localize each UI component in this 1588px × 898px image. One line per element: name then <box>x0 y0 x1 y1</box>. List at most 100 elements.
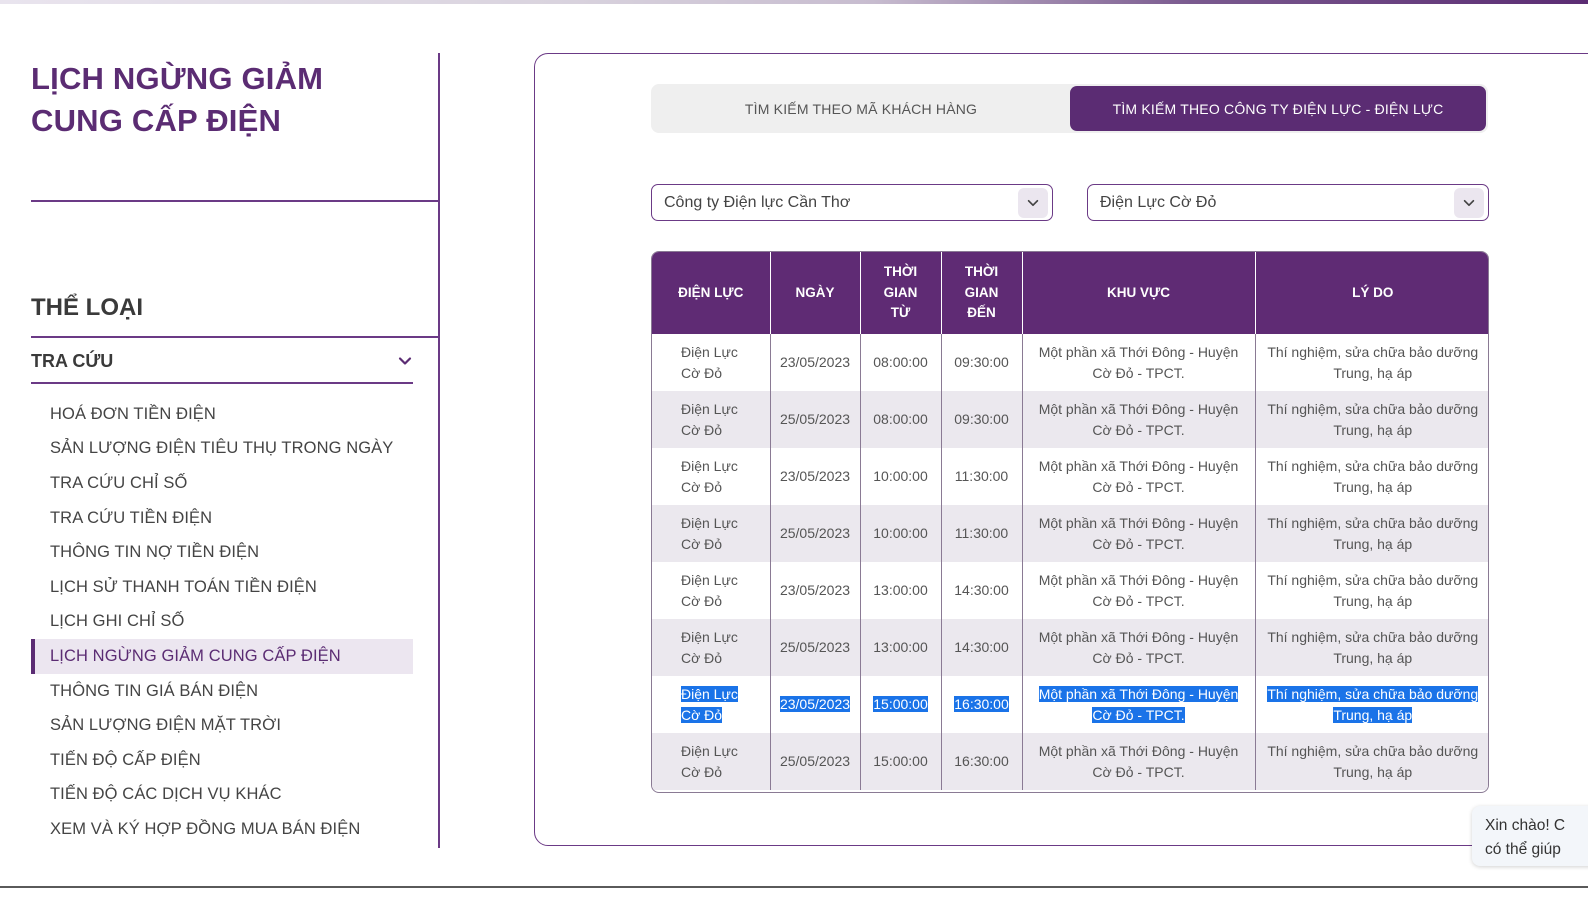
table-row: Điện Lực Cờ Đỏ 25/05/2023 10:00:00 11:30:00 M… <box>652 505 1488 562</box>
cell-thoi-gian-tu: 08:00:00 <box>860 334 942 391</box>
cell-ngay: 23/05/2023 <box>770 334 861 391</box>
sidebar-item[interactable]: SẢN LƯỢNG ĐIỆN MẶT TRỜI <box>31 708 413 743</box>
header-thoi-gian-den: THỜI GIAN ĐẾN <box>941 252 1023 334</box>
cell-thoi-gian-tu: 15:00:00 <box>860 733 942 790</box>
cell-ngay: 23/05/2023 <box>770 448 861 505</box>
cell-ngay: 25/05/2023 <box>770 505 861 562</box>
cell-thoi-gian-den: 09:30:00 <box>941 334 1023 391</box>
sidebar-item[interactable]: LỊCH GHI CHỈ SỐ <box>31 605 413 640</box>
sidebar-item[interactable]: XEM VÀ KÝ HỢP ĐỒNG MUA BÁN ĐIỆN <box>31 812 413 847</box>
sidebar-item[interactable]: TIẾN ĐỘ CẤP ĐIỆN <box>31 743 413 778</box>
table-row: Điện Lực Cờ Đỏ 23/05/2023 08:00:00 09:30:00 M… <box>652 334 1488 391</box>
header-dien-luc: ĐIỆN LỰC <box>652 252 771 334</box>
cell-khu-vuc: Một phần xã Thới Đông - Huyện Cờ Đỏ - TPC… <box>1022 334 1256 391</box>
accordion-tra-cuu[interactable]: TRA CỨU <box>31 340 413 384</box>
sidebar-item[interactable]: HOÁ ĐƠN TIỀN ĐIỆN <box>31 397 413 432</box>
sidebar-item[interactable]: SẢN LƯỢNG ĐIỆN TIÊU THỤ TRONG NGÀY <box>31 432 413 467</box>
cell-thoi-gian-tu: 08:00:00 <box>860 391 942 448</box>
branch-select[interactable]: Điện Lực Cờ Đỏ <box>1087 184 1489 221</box>
company-select-value: Công ty Điện lực Cần Thơ <box>664 193 851 211</box>
header-ly-do: LÝ DO <box>1255 252 1488 334</box>
sidebar-item[interactable]: LỊCH NGỪNG GIẢM CUNG CẤP ĐIỆN <box>31 639 413 674</box>
cell-ngay: 23/05/2023 <box>770 676 861 733</box>
cell-dien-luc: Điện Lực Cờ Đỏ <box>652 619 771 676</box>
cell-dien-luc: Điện Lực Cờ Đỏ <box>652 562 771 619</box>
title-divider <box>31 200 439 202</box>
cell-ngay: 25/05/2023 <box>770 733 861 790</box>
cell-dien-luc: Điện Lực Cờ Đỏ <box>652 448 771 505</box>
chevron-down-icon[interactable] <box>397 353 413 369</box>
table-row: Điện Lực Cờ Đỏ 25/05/2023 08:00:00 09:30:00 M… <box>652 391 1488 448</box>
cell-khu-vuc: Một phần xã Thới Đông - Huyện Cờ Đỏ - TPC… <box>1022 676 1256 733</box>
cell-dien-luc: Điện Lực Cờ Đỏ <box>652 505 771 562</box>
cell-khu-vuc: Một phần xã Thới Đông - Huyện Cờ Đỏ - TPC… <box>1022 391 1256 448</box>
table-row: Điện Lực Cờ Đỏ 23/05/2023 15:00:00 16:30:00 M… <box>652 676 1488 733</box>
company-select[interactable]: Công ty Điện lực Cần Thơ <box>651 184 1053 221</box>
cell-khu-vuc: Một phần xã Thới Đông - Huyện Cờ Đỏ - TPC… <box>1022 562 1256 619</box>
cell-dien-luc: Điện Lực Cờ Đỏ <box>652 676 771 733</box>
cell-thoi-gian-tu: 15:00:00 <box>860 676 942 733</box>
sidebar-item[interactable]: TRA CỨU TIỀN ĐIỆN <box>31 501 413 536</box>
sidebar-menu: HOÁ ĐƠN TIỀN ĐIỆN SẢN LƯỢNG ĐIỆN TIÊU THỤ… <box>31 397 413 847</box>
cell-khu-vuc: Một phần xã Thới Đông - Huyện Cờ Đỏ - TPC… <box>1022 619 1256 676</box>
table-row: Điện Lực Cờ Đỏ 23/05/2023 13:00:00 14:30:00 M… <box>652 562 1488 619</box>
accordion-label: TRA CỨU <box>31 350 114 371</box>
sidebar-divider <box>438 53 440 848</box>
cell-thoi-gian-den: 09:30:00 <box>941 391 1023 448</box>
cell-ly-do: Thí nghiệm, sửa chữa bảo dưỡng Trung, hạ … <box>1267 572 1479 609</box>
cell-dien-luc: Điện Lực Cờ Đỏ <box>652 733 771 790</box>
sidebar-item[interactable]: THÔNG TIN NỢ TIỀN ĐIỆN <box>31 535 413 570</box>
tab-search-by-customer-code[interactable]: TÌM KIẾM THEO MÃ KHÁCH HÀNG <box>651 86 1071 131</box>
header-khu-vuc: KHU VỰC <box>1022 252 1256 334</box>
cell-thoi-gian-den: 16:30:00 <box>941 676 1023 733</box>
cell-thoi-gian-tu: 10:00:00 <box>860 505 942 562</box>
table-header-row: ĐIỆN LỰC NGÀY THỜI GIAN TỪ THỜI GIAN ĐẾN KHU… <box>652 252 1488 334</box>
cell-ly-do: Thí nghiệm, sửa chữa bảo dưỡng Trung, hạ … <box>1255 505 1488 562</box>
sidebar: LỊCH NGỪNG GIẢM CUNG CẤP ĐIỆN THỂ LOẠI T… <box>0 0 440 898</box>
cell-ngay: 25/05/2023 <box>770 391 861 448</box>
cell-ly-do: Thí nghiệm, sửa chữa bảo dưỡng Trung, hạ … <box>1267 344 1479 381</box>
outage-schedule-table: ĐIỆN LỰC NGÀY THỜI GIAN TỪ THỜI GIAN ĐẾN KHU… <box>651 251 1489 793</box>
chat-line-1: Xin chào! C <box>1485 817 1566 834</box>
sidebar-item[interactable]: LỊCH SỬ THANH TOÁN TIỀN ĐIỆN <box>31 570 413 605</box>
sidebar-item[interactable]: TIẾN ĐỘ CÁC DỊCH VỤ KHÁC <box>31 778 413 813</box>
chat-line-2: có thể giúp <box>1485 841 1561 858</box>
branch-select-toggle[interactable] <box>1454 187 1484 218</box>
header-thoi-gian-tu: THỜI GIAN TỪ <box>860 252 942 334</box>
cell-dien-luc: Điện Lực Cờ Đỏ <box>652 334 771 391</box>
chevron-down-icon <box>1027 199 1039 206</box>
cell-thoi-gian-den: 11:30:00 <box>941 505 1023 562</box>
cell-thoi-gian-tu: 13:00:00 <box>860 619 942 676</box>
cell-ly-do: Thí nghiệm, sửa chữa bảo dưỡng Trung, hạ … <box>1255 391 1488 448</box>
cell-dien-luc: Điện Lực Cờ Đỏ <box>652 391 771 448</box>
page-title: LỊCH NGỪNG GIẢM CUNG CẤP ĐIỆN <box>31 61 324 138</box>
chevron-down-icon <box>1463 199 1475 206</box>
table-row: Điện Lực Cờ Đỏ 25/05/2023 15:00:00 16:30:00 M… <box>652 733 1488 790</box>
tab-search-by-company[interactable]: TÌM KIẾM THEO CÔNG TY ĐIỆN LỰC - ĐIỆN LỰ… <box>1070 86 1486 131</box>
sidebar-item[interactable]: THÔNG TIN GIÁ BÁN ĐIỆN <box>31 674 413 709</box>
cell-ly-do: Thí nghiệm, sửa chữa bảo dưỡng Trung, hạ … <box>1267 458 1479 495</box>
cell-khu-vuc: Một phần xã Thới Đông - Huyện Cờ Đỏ - TPC… <box>1022 733 1256 790</box>
table-row: Điện Lực Cờ Đỏ 25/05/2023 13:00:00 14:30:00 M… <box>652 619 1488 676</box>
table-row: Điện Lực Cờ Đỏ 23/05/2023 10:00:00 11:30:00 M… <box>652 448 1488 505</box>
cell-khu-vuc: Một phần xã Thới Đông - Huyện Cờ Đỏ - TPC… <box>1022 448 1256 505</box>
cell-ngay: 25/05/2023 <box>770 619 861 676</box>
cell-ly-do: Thí nghiệm, sửa chữa bảo dưỡng Trung, hạ … <box>1267 686 1479 723</box>
cell-thoi-gian-den: 16:30:00 <box>941 733 1023 790</box>
section-divider <box>31 336 439 338</box>
cell-thoi-gian-tu: 13:00:00 <box>860 562 942 619</box>
search-tabs: TÌM KIẾM THEO MÃ KHÁCH HÀNG TÌM KIẾM THE… <box>651 84 1488 133</box>
cell-ly-do: Thí nghiệm, sửa chữa bảo dưỡng Trung, hạ … <box>1255 619 1488 676</box>
cell-thoi-gian-den: 11:30:00 <box>941 448 1023 505</box>
cell-ngay: 23/05/2023 <box>770 562 861 619</box>
sidebar-item[interactable]: TRA CỨU CHỈ SỐ <box>31 466 413 501</box>
cell-thoi-gian-den: 14:30:00 <box>941 562 1023 619</box>
company-select-toggle[interactable] <box>1018 187 1048 218</box>
section-heading: THỂ LOẠI <box>31 294 143 321</box>
cell-ly-do: Thí nghiệm, sửa chữa bảo dưỡng Trung, hạ … <box>1255 733 1488 790</box>
cell-thoi-gian-den: 14:30:00 <box>941 619 1023 676</box>
header-ngay: NGÀY <box>770 252 861 334</box>
chat-greeting-bubble[interactable]: Xin chào! C có thể giúp <box>1472 806 1588 866</box>
cell-thoi-gian-tu: 10:00:00 <box>860 448 942 505</box>
branch-select-value: Điện Lực Cờ Đỏ <box>1100 193 1217 211</box>
